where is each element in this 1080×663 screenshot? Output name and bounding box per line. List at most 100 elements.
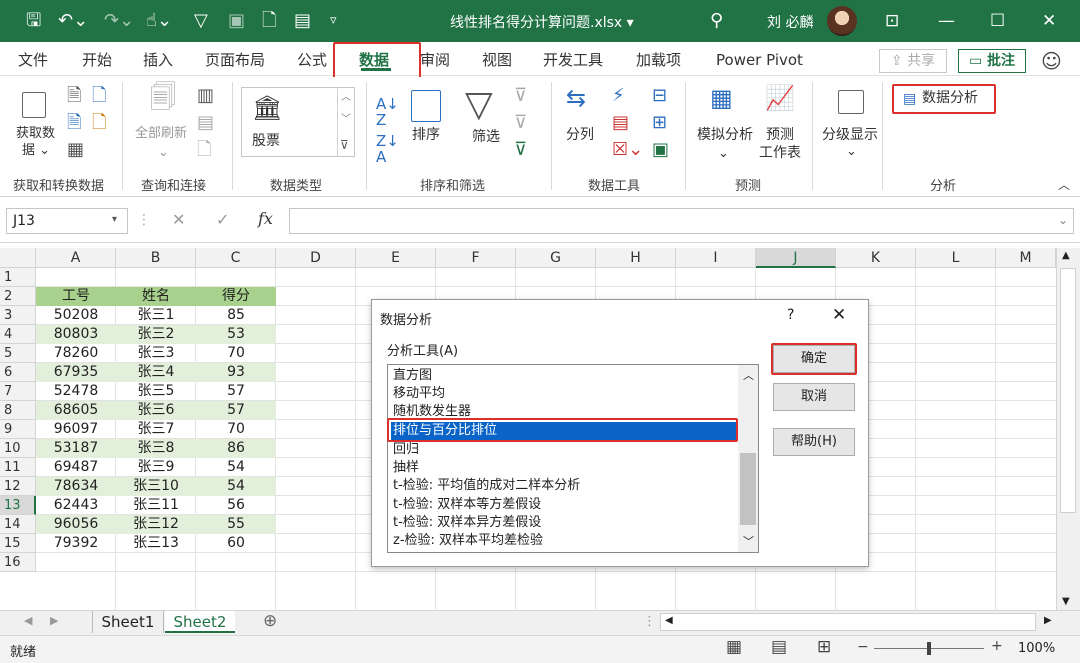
from-text-icon[interactable]: 🗎 [67,86,81,106]
form-icon[interactable]: ▤ [294,10,311,32]
tab-home[interactable]: 开始 [82,50,112,70]
list-scroll-down-icon[interactable]: ﹀ [743,533,754,549]
column-header-g[interactable]: G [516,248,596,268]
reapply-icon[interactable]: ⊽ [514,113,527,133]
touch-mode-icon[interactable]: ☝⌄ [146,10,172,32]
row-header-16[interactable]: 16 [0,553,36,572]
customize-icon[interactable]: ▿ [330,10,337,32]
data-validation-icon[interactable]: ☒⌄ [612,140,643,160]
table-cell[interactable]: 张三12 [116,515,196,534]
remove-duplicates-icon[interactable]: ▤ [612,113,629,133]
minimize-icon[interactable]: — [938,10,955,32]
gallery-up-icon[interactable]: ︿ [341,90,351,106]
what-if-label[interactable]: 模拟分析 [697,127,753,143]
table-header-cell[interactable]: 工号 [36,287,116,306]
sort-dialog-icon[interactable] [411,90,441,122]
row-header-11[interactable]: 11 [0,458,36,477]
table-cell[interactable]: 55 [196,515,276,534]
column-header-e[interactable]: E [356,248,436,268]
database-icon[interactable] [22,92,46,118]
page-layout-view-icon[interactable]: ▤ [771,637,787,657]
next-sheet-icon[interactable]: ▶ [50,614,58,627]
sheet-tab-sheet2[interactable]: Sheet2 [165,611,235,633]
column-header-f[interactable]: F [436,248,516,268]
tab-developer[interactable]: 开发工具 [543,50,603,70]
row-header-8[interactable]: 8 [0,401,36,420]
row-header-1[interactable]: 1 [0,268,36,287]
table-cell[interactable]: 67935 [36,363,116,382]
list-item[interactable]: 移动平均 [391,385,736,403]
camera-icon[interactable]: ▣ [228,10,245,32]
collapse-ribbon-icon[interactable]: ︿ [1058,176,1070,193]
relationships-icon[interactable]: ⊞ [652,113,667,133]
ribbon-display-icon[interactable]: ⊡ [885,10,899,32]
sheet-tab-sheet1[interactable]: Sheet1 [92,611,164,633]
select-all-corner[interactable] [0,248,36,268]
forecast-label[interactable]: 预测 [766,127,794,143]
table-cell[interactable]: 张三2 [116,325,196,344]
queries-connections-icon[interactable]: ▥ [197,86,214,106]
consolidate-icon[interactable]: ⊟ [652,86,667,106]
outline-icon[interactable] [838,90,864,114]
close-icon[interactable]: ✕ [1042,10,1056,32]
listbox-scrollbar[interactable]: ︿ ﹀ [738,365,758,552]
column-header-d[interactable]: D [276,248,356,268]
table-cell[interactable]: 57 [196,382,276,401]
scroll-right-icon[interactable]: ▶ [1044,615,1052,626]
table-cell[interactable]: 张三11 [116,496,196,515]
row-header-15[interactable]: 15 [0,534,36,553]
refresh-all-icon[interactable]: 🗐 [150,85,176,111]
list-scroll-up-icon[interactable]: ︿ [743,367,754,383]
table-cell[interactable]: 张三10 [116,477,196,496]
sort-asc-icon[interactable]: A↓ Z [376,96,399,128]
avatar[interactable] [827,6,857,36]
recent-sources-icon[interactable]: 🗋 [92,113,106,133]
row-header-4[interactable]: 4 [0,325,36,344]
column-header-h[interactable]: H [596,248,676,268]
sort-label[interactable]: 排序 [412,127,440,143]
table-cell[interactable]: 张三6 [116,401,196,420]
text-to-columns-icon[interactable]: ⇆ [566,86,586,110]
name-box-dropdown-icon[interactable]: ▾ [112,214,117,225]
table-cell[interactable]: 张三13 [116,534,196,553]
tab-view[interactable]: 视图 [482,50,512,70]
list-item[interactable]: 抽样 [391,459,736,477]
table-cell[interactable]: 78260 [36,344,116,363]
formula-input[interactable] [289,208,1074,234]
table-cell[interactable]: 张三1 [116,306,196,325]
refresh-all-label[interactable]: 全部刷新 [135,126,187,142]
insert-function-icon[interactable]: fx [258,209,273,228]
table-cell[interactable]: 张三3 [116,344,196,363]
column-header-k[interactable]: K [836,248,916,268]
get-data-label-2[interactable]: 据 ⌄ [22,143,50,159]
user-name[interactable]: 刘 必麟 [767,12,813,32]
table-cell[interactable]: 80803 [36,325,116,344]
table-cell[interactable]: 60 [196,534,276,553]
add-sheet-icon[interactable]: ⊕ [263,611,277,631]
column-header-i[interactable]: I [676,248,756,268]
table-cell[interactable]: 78634 [36,477,116,496]
table-cell[interactable]: 68605 [36,401,116,420]
analysis-tools-listbox[interactable]: 直方图 移动平均 随机数发生器 排位与百分比排位 回归 抽样 t-检验: 平均值… [387,364,759,553]
zoom-slider-thumb[interactable] [927,642,931,655]
from-table-icon[interactable]: 🗎 [67,113,81,133]
column-header-l[interactable]: L [916,248,996,268]
table-cell[interactable]: 79392 [36,534,116,553]
table-cell[interactable]: 70 [196,420,276,439]
tab-formulas[interactable]: 公式 [297,50,327,70]
table-cell[interactable]: 52478 [36,382,116,401]
what-if-dropdown-icon[interactable]: ⌄ [718,146,729,162]
cancel-button[interactable]: 取消 [773,383,855,411]
column-header-b[interactable]: B [116,248,196,268]
cancel-entry-icon[interactable]: ✕ [172,210,185,229]
redo-icon[interactable]: ↷⌄ [104,10,134,32]
flash-fill-icon[interactable]: ⚡ [612,86,625,106]
column-header-a[interactable]: A [36,248,116,268]
row-header-5[interactable]: 5 [0,344,36,363]
horizontal-scrollbar[interactable] [660,613,1036,631]
row-header-13[interactable]: 13 [0,496,36,515]
table-cell[interactable]: 57 [196,401,276,420]
refresh-dropdown-icon[interactable]: ⌄ [158,145,169,161]
edit-links-icon[interactable]: 🗋 [197,140,211,160]
advanced-filter-icon[interactable]: ⊽ [514,140,527,160]
